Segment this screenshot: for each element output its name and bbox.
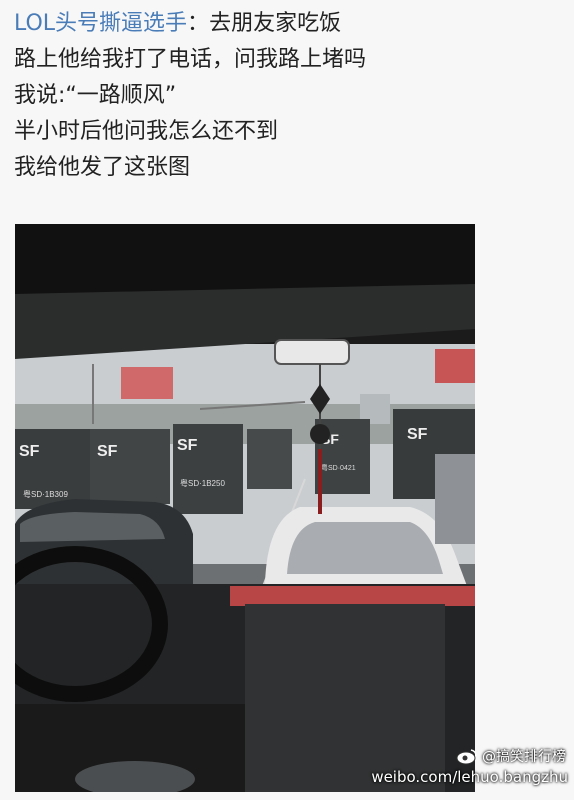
post-photo[interactable]: SF 粤SD·1B309 SF SF 粤SD·1B250 SF 粤SD·0421… [15, 224, 475, 792]
post-line-3: 我说:“一路顺风” [14, 83, 177, 108]
truck-2 [90, 429, 170, 504]
truck-3-logo: SF [177, 437, 198, 454]
billboard-left [121, 367, 173, 399]
truck-3-plate: 粤SD·1B250 [180, 478, 225, 488]
dash-console [245, 604, 445, 792]
truck-4 [247, 429, 292, 489]
username-link[interactable]: LOL头号撕逼选手 [14, 11, 187, 36]
post-text: LOL头号撕逼选手：去朋友家吃饭 路上他给我打了电话，问我路上堵吗 我说:“一路… [14, 6, 562, 186]
weibo-logo-icon [456, 749, 477, 765]
van-right [435, 454, 475, 544]
username-separator: ： [187, 11, 210, 36]
dash-mat [230, 586, 475, 606]
post-first-line: LOL头号撕逼选手：去朋友家吃饭 [14, 6, 562, 42]
truck-1-logo: SF [19, 443, 40, 460]
truck-2-logo: SF [97, 443, 118, 460]
truck-6-logo: SF [407, 426, 428, 443]
truck-1-plate: 粤SD·1B309 [23, 489, 68, 499]
rear-view-mirror [274, 339, 350, 365]
truck-5-plate: 粤SD·0421 [321, 463, 356, 472]
post-line-4: 半小时后他问我怎么还不到 [14, 119, 279, 144]
weibo-handle-text: @搞笑排行榜 [482, 749, 566, 765]
post-line-2: 路上他给我打了电话，问我路上堵吗 [14, 47, 367, 72]
weibo-watermark-site: weibo.com/lehuo.bangzhu [371, 768, 568, 786]
weibo-watermark-handle: @搞笑排行榜 [456, 746, 566, 766]
billboard-right [435, 349, 475, 383]
post-line-5: 我给他发了这张图 [14, 155, 191, 180]
traffic-photo-illustration: SF 粤SD·1B309 SF SF 粤SD·1B250 SF 粤SD·0421… [15, 224, 475, 792]
post-line-1: 去朋友家吃饭 [209, 11, 342, 36]
